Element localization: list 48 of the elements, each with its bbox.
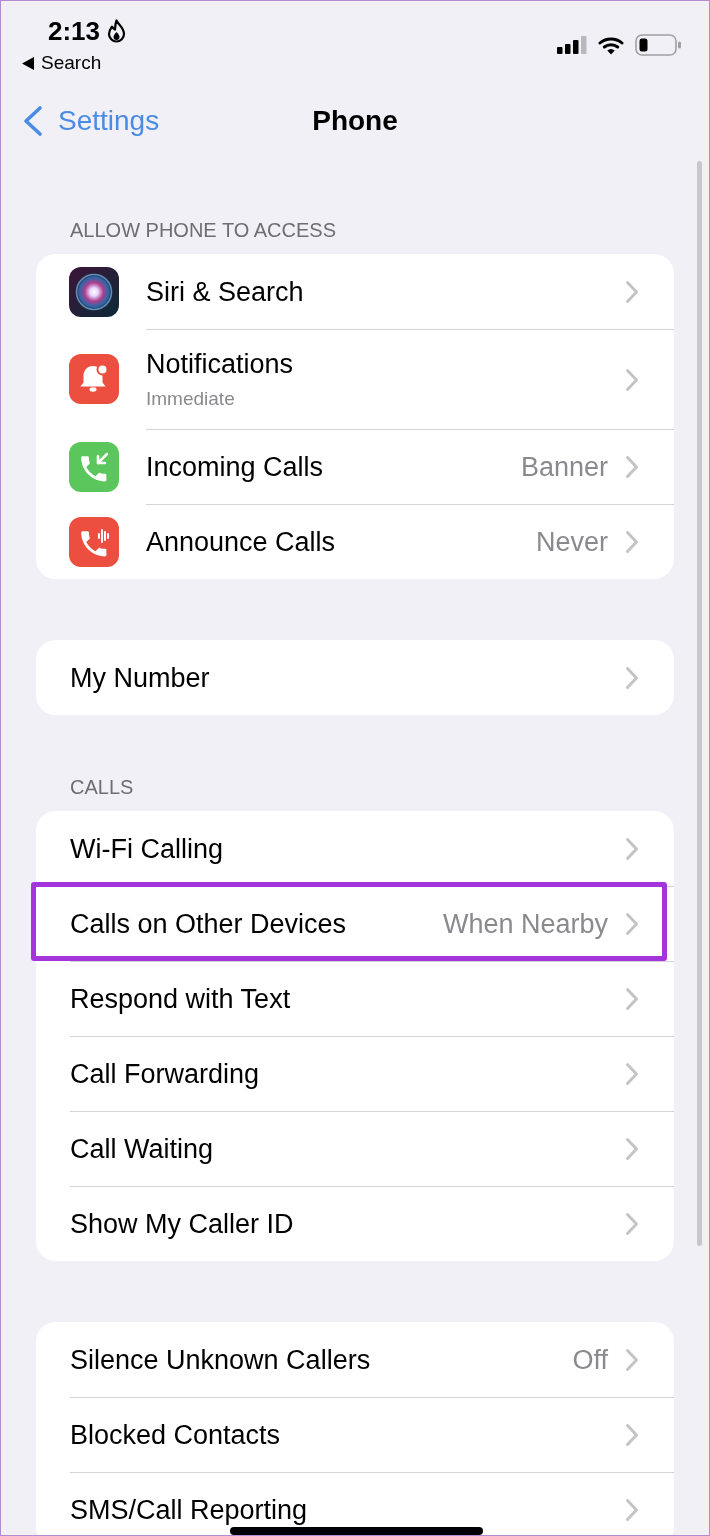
chevron-right-icon (625, 1062, 639, 1086)
section-header: ALLOW PHONE TO ACCESS (69, 218, 337, 243)
setting-label[interactable]: Blocked Contacts (70, 1419, 281, 1451)
signal-icon (557, 36, 587, 54)
chevron-right-icon (625, 1423, 639, 1447)
left-triangle-icon (22, 56, 34, 70)
chevron-right-icon (625, 1347, 639, 1372)
setting-label[interactable]: Calls on Other Devices (70, 908, 347, 940)
announce-call-icon (69, 516, 119, 567)
setting-value: Banner (520, 451, 608, 483)
chevron-right-icon (625, 987, 639, 1011)
glowing-orb-icon (69, 266, 119, 317)
setting-value: Never (535, 526, 608, 558)
setting-label[interactable]: Notifications (146, 348, 294, 380)
incoming-call-icon (69, 441, 119, 492)
setting-subtitle: Immediate (146, 387, 235, 411)
setting-label[interactable]: Show My Caller ID (70, 1208, 294, 1240)
setting-label[interactable]: Siri & Search (146, 275, 304, 308)
section-header: CALLS (69, 775, 135, 800)
chevron-left-icon (23, 105, 43, 137)
chevron-right-icon (625, 455, 639, 479)
chevron-right-icon (625, 367, 639, 392)
setting-label[interactable]: Silence Unknown Callers (70, 1343, 371, 1376)
battery-icon (635, 34, 681, 56)
chevron-right-icon (625, 665, 639, 690)
chevron-right-icon (625, 1137, 639, 1161)
page-title: Phone (312, 104, 398, 138)
setting-label[interactable]: SMS/Call Reporting (70, 1494, 308, 1526)
setting-label[interactable]: Incoming Calls (146, 451, 324, 483)
wifi-icon (598, 35, 624, 55)
setting-label[interactable]: Announce Calls (146, 526, 336, 558)
setting-value: When Nearby (442, 908, 608, 940)
flame-icon (107, 19, 127, 43)
setting-value: Off (572, 1343, 608, 1376)
setting-label[interactable]: My Number (70, 661, 210, 694)
setting-label[interactable]: Respond with Text (70, 983, 291, 1015)
bell-icon (69, 354, 119, 404)
chevron-right-icon (625, 1498, 639, 1522)
chevron-right-icon (625, 1212, 639, 1236)
chevron-right-icon (625, 530, 639, 554)
setting-label[interactable]: Call Forwarding (70, 1058, 260, 1090)
chevron-right-icon (625, 912, 639, 936)
setting-label[interactable]: Wi-Fi Calling (70, 832, 223, 865)
status-time: 2:13 (48, 16, 101, 46)
setting-label[interactable]: Call Waiting (70, 1133, 214, 1165)
back-to-app-link[interactable]: Search (22, 51, 102, 75)
chevron-right-icon (625, 836, 639, 861)
chevron-right-icon (625, 279, 639, 304)
